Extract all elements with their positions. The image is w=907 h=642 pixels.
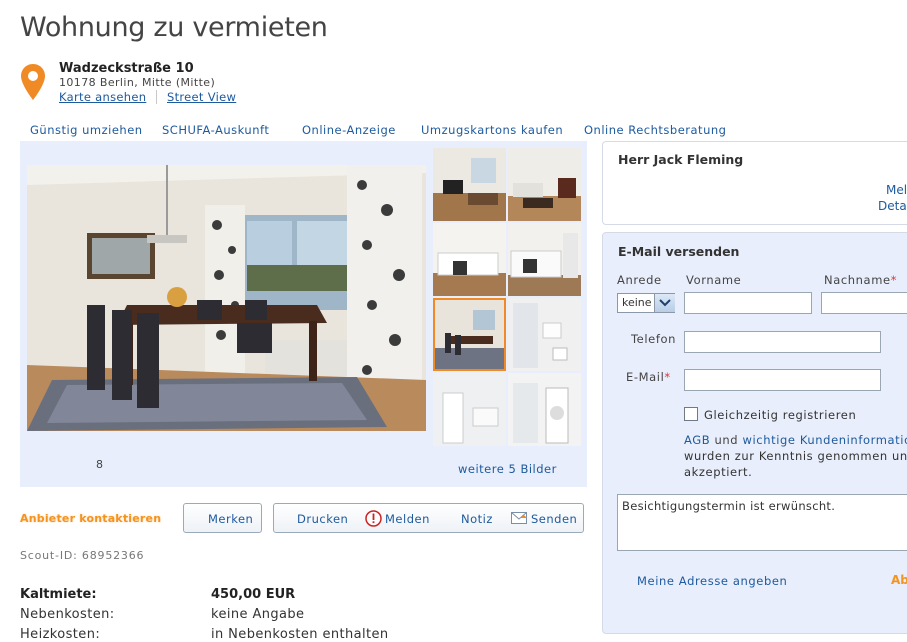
add-address-link[interactable]: Meine Adresse angeben xyxy=(637,574,787,588)
photo-counter: 8 xyxy=(96,458,103,471)
dining-room-photo xyxy=(27,165,426,431)
bookmark-label: Merken xyxy=(208,512,254,526)
required-marker: * xyxy=(890,273,898,287)
thumbnail-dining-room[interactable] xyxy=(433,298,506,371)
salutation-label: Anrede xyxy=(617,273,662,287)
map-pin-icon xyxy=(21,64,45,100)
note-button[interactable]: Notiz xyxy=(461,512,493,526)
nav-link-moving-boxes[interactable]: Umzugskartons kaufen xyxy=(421,123,563,137)
thumbnail-living-room-2[interactable] xyxy=(508,148,581,221)
lastname-label: Nachname* xyxy=(824,273,897,287)
main-photo[interactable] xyxy=(27,165,426,431)
terms-line-3: akzeptiert. xyxy=(684,465,753,479)
firstname-label: Vorname xyxy=(686,273,742,287)
firstname-input[interactable] xyxy=(684,292,812,314)
thumbnail-image xyxy=(433,373,506,446)
agb-link[interactable]: AGB xyxy=(684,433,710,447)
thumbnail-bathroom-2[interactable] xyxy=(433,373,506,446)
thumbnail-kitchen-1[interactable] xyxy=(433,223,506,296)
thumbnail-bathroom-1[interactable] xyxy=(508,298,581,371)
phone-input[interactable] xyxy=(684,331,881,353)
email-form-title: E-Mail versenden xyxy=(618,244,740,259)
bookmark-button[interactable]: Merken xyxy=(183,503,262,533)
cold-rent-label: Kaltmiete: xyxy=(20,587,97,602)
utilities-label: Nebenkosten: xyxy=(20,607,115,622)
contact-provider-button[interactable]: Anbieter kontaktieren xyxy=(20,512,161,525)
view-map-link[interactable]: Karte ansehen xyxy=(59,90,146,104)
thumbnail-image xyxy=(433,223,506,296)
thumbnail-image xyxy=(508,223,581,296)
phone-label: Telefon xyxy=(631,332,676,346)
email-label: E-Mail* xyxy=(626,370,671,384)
thumbnail-bathroom-3[interactable] xyxy=(508,373,581,446)
link-separator xyxy=(156,90,157,104)
lastname-input[interactable] xyxy=(821,292,907,314)
thumbnail-living-room-1[interactable] xyxy=(433,148,506,221)
nav-link-legal-advice[interactable]: Online Rechtsberatung xyxy=(584,123,726,137)
agent-details-link[interactable]: Deta xyxy=(878,199,907,213)
address-city: 10178 Berlin, Mitte (Mitte) xyxy=(59,76,216,89)
required-marker: * xyxy=(664,370,671,384)
chevron-down-icon[interactable] xyxy=(654,294,675,312)
thumbnail-image xyxy=(433,148,506,221)
terms-line-2: wurden zur Kenntnis genommen und xyxy=(684,449,907,463)
send-button[interactable]: Senden xyxy=(531,512,577,526)
nav-link-online-ad[interactable]: Online-Anzeige xyxy=(302,123,396,137)
agent-name: Herr Jack Fleming xyxy=(618,152,744,167)
nav-link-schufa[interactable]: SCHUFA-Auskunft xyxy=(162,123,269,137)
thumbnail-image xyxy=(508,148,581,221)
customer-info-link[interactable]: wichtige Kundeninformatio xyxy=(742,433,907,447)
thumbnail-image xyxy=(508,298,581,371)
thumbnail-image xyxy=(508,373,581,446)
print-button[interactable]: Drucken xyxy=(297,512,348,526)
register-label: Gleichzeitig registrieren xyxy=(704,408,857,422)
warning-icon[interactable] xyxy=(365,510,382,527)
page-title: Wohnung zu vermieten xyxy=(20,12,328,43)
message-textarea[interactable]: Besichtigungstermin ist erwünscht. xyxy=(617,494,907,551)
register-checkbox[interactable] xyxy=(684,407,698,421)
thumbnail-image xyxy=(433,298,506,371)
thumbnail-kitchen-2[interactable] xyxy=(508,223,581,296)
scout-id: Scout-ID: 68952366 xyxy=(20,549,145,562)
cold-rent-value: 450,00 EUR xyxy=(211,587,296,602)
email-input[interactable] xyxy=(684,369,881,391)
more-photos-link[interactable]: weitere 5 Bilder xyxy=(458,462,557,476)
report-button[interactable]: Melden xyxy=(385,512,430,526)
agent-more-link[interactable]: Mel xyxy=(886,183,907,197)
send-mail-icon[interactable] xyxy=(511,510,528,525)
street-view-link[interactable]: Street View xyxy=(167,90,236,104)
address-street: Wadzeckstraße 10 xyxy=(59,61,194,76)
nav-link-cheap-moving[interactable]: Günstig umziehen xyxy=(30,123,143,137)
submit-button[interactable]: Ab xyxy=(891,573,907,587)
terms-line-1: AGB und wichtige Kundeninformatio xyxy=(684,433,907,447)
terms-and: und xyxy=(714,433,739,447)
email-label-text: E-Mail xyxy=(626,370,665,384)
lastname-label-text: Nachname xyxy=(824,273,891,287)
utilities-value: keine Angabe xyxy=(211,607,305,622)
